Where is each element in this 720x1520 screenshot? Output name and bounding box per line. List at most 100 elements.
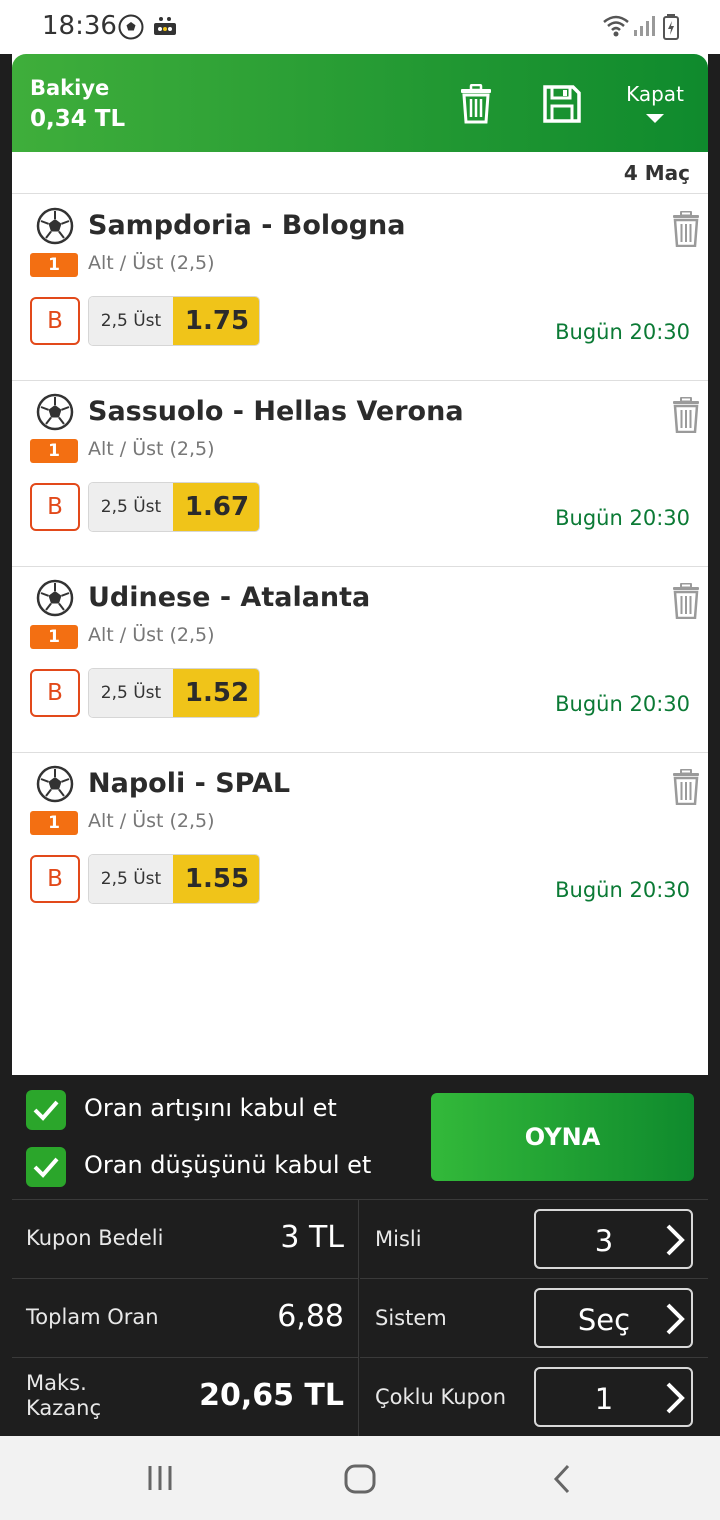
odds-value: 1.55	[173, 855, 259, 903]
multi-coupon-label: Çoklu Kupon	[375, 1385, 507, 1409]
multiple-label: Misli	[375, 1227, 422, 1251]
selection-chip[interactable]: 2,5 Üst 1.67	[88, 482, 260, 532]
match-time: Bugün 20:30	[555, 878, 690, 902]
selection-chip[interactable]: 2,5 Üst 1.55	[88, 854, 260, 904]
market-name: Alt / Üst (2,5)	[88, 624, 215, 646]
max-win-value: 20,65 TL	[199, 1378, 344, 1413]
app-logo-icon	[154, 17, 176, 35]
soccer-ball-icon	[36, 207, 74, 245]
system-value: Seç	[577, 1303, 631, 1337]
accept-increase-checkbox[interactable]: Oran artışını kabul et	[26, 1090, 426, 1130]
selection-chip[interactable]: 2,5 Üst 1.52	[88, 668, 260, 718]
remove-trash-icon[interactable]	[672, 583, 700, 619]
caret-down-icon	[646, 114, 664, 123]
recent-apps-icon[interactable]	[146, 1464, 174, 1492]
coupon-amount-value: 3 TL	[280, 1220, 344, 1255]
match-title: Napoli - SPAL	[88, 768, 291, 799]
clear-all-trash-icon[interactable]	[458, 84, 494, 124]
multi-coupon-cell: Çoklu Kupon 1	[360, 1358, 708, 1437]
market-name: Alt / Üst (2,5)	[88, 252, 215, 274]
multi-coupon-selector[interactable]: 1	[534, 1367, 693, 1427]
status-time: 18:36	[42, 11, 117, 41]
match-time: Bugün 20:30	[555, 506, 690, 530]
betslip-panel: Bakiye 0,34 TL Kapat 4 Maç Sampdoria - B…	[12, 54, 708, 1437]
total-odds-cell: Toplam Oran 6,88	[12, 1279, 359, 1358]
multi-coupon-value: 1	[594, 1382, 614, 1416]
signal-icon	[634, 16, 655, 36]
chevron-right-icon	[666, 1382, 685, 1414]
system-navigation-bar	[0, 1436, 720, 1520]
home-icon[interactable]	[344, 1464, 376, 1494]
event-number-badge: 1	[30, 625, 78, 649]
save-icon[interactable]	[542, 84, 582, 124]
total-odds-label: Toplam Oran	[26, 1305, 159, 1329]
selection-label: 2,5 Üst	[89, 297, 173, 345]
close-label: Kapat	[626, 82, 684, 106]
match-row: Sampdoria - Bologna 1 Alt / Üst (2,5) B …	[12, 195, 708, 381]
multiple-cell: Misli 3	[360, 1200, 708, 1279]
multiple-selector[interactable]: 3	[534, 1209, 693, 1269]
coupon-amount-label: Kupon Bedeli	[26, 1226, 164, 1250]
odds-value: 1.67	[173, 483, 259, 531]
max-win-label-line-1: Maks.	[26, 1371, 87, 1395]
match-title: Sassuolo - Hellas Verona	[88, 396, 464, 427]
checkbox-checked[interactable]	[26, 1147, 66, 1187]
odds-value: 1.52	[173, 669, 259, 717]
soccer-ball-icon	[36, 765, 74, 803]
total-odds-value: 6,88	[277, 1299, 344, 1334]
event-number-badge: 1	[30, 439, 78, 463]
chevron-right-icon	[666, 1303, 685, 1335]
banko-button[interactable]: B	[30, 855, 80, 903]
multiple-value: 3	[594, 1224, 614, 1258]
balance-value: 0,34 TL	[30, 106, 126, 132]
remove-trash-icon[interactable]	[672, 769, 700, 805]
match-time: Bugün 20:30	[555, 320, 690, 344]
odds-value: 1.75	[173, 297, 259, 345]
market-name: Alt / Üst (2,5)	[88, 810, 215, 832]
market-name: Alt / Üst (2,5)	[88, 438, 215, 460]
remove-trash-icon[interactable]	[672, 211, 700, 247]
balance-label: Bakiye	[30, 76, 110, 100]
wifi-icon	[603, 15, 629, 37]
match-row: Sassuolo - Hellas Verona 1 Alt / Üst (2,…	[12, 381, 708, 567]
summary-grid: Kupon Bedeli 3 TL Toplam Oran 6,88 Maks.…	[12, 1199, 708, 1437]
checkmark-icon	[33, 1157, 59, 1178]
match-row: Udinese - Atalanta 1 Alt / Üst (2,5) B 2…	[12, 567, 708, 753]
status-bar: 18:36	[0, 0, 720, 54]
checkbox-checked[interactable]	[26, 1090, 66, 1130]
banko-button[interactable]: B	[30, 297, 80, 345]
checkmark-icon	[33, 1100, 59, 1121]
system-cell: Sistem Seç	[360, 1279, 708, 1358]
match-count: 4 Maç	[623, 161, 690, 185]
close-button[interactable]: Kapat	[620, 82, 690, 123]
max-win-label-line-2: Kazanç	[26, 1396, 102, 1420]
selection-label: 2,5 Üst	[89, 855, 173, 903]
battery-icon	[663, 14, 679, 40]
chevron-right-icon	[666, 1224, 685, 1256]
match-row: Napoli - SPAL 1 Alt / Üst (2,5) B 2,5 Üs…	[12, 753, 708, 939]
accept-decrease-label: Oran düşüşünü kabul et	[84, 1151, 372, 1179]
match-title: Udinese - Atalanta	[88, 582, 371, 613]
selection-label: 2,5 Üst	[89, 483, 173, 531]
accept-increase-label: Oran artışını kabul et	[84, 1094, 337, 1122]
back-icon[interactable]	[552, 1464, 572, 1494]
banko-button[interactable]: B	[30, 669, 80, 717]
max-win-cell: Maks. Kazanç 20,65 TL	[12, 1358, 359, 1437]
event-number-badge: 1	[30, 811, 78, 835]
event-number-badge: 1	[30, 253, 78, 277]
soccer-ball-icon	[36, 393, 74, 431]
banko-button[interactable]: B	[30, 483, 80, 531]
betslip-header: Bakiye 0,34 TL Kapat	[12, 54, 708, 152]
coupon-amount-cell: Kupon Bedeli 3 TL	[12, 1200, 359, 1279]
selection-label: 2,5 Üst	[89, 669, 173, 717]
accept-decrease-checkbox[interactable]: Oran düşüşünü kabul et	[26, 1147, 426, 1187]
system-selector[interactable]: Seç	[534, 1288, 693, 1348]
match-title: Sampdoria - Bologna	[88, 210, 406, 241]
system-label: Sistem	[375, 1306, 447, 1330]
soccer-ball-icon	[118, 14, 144, 40]
selection-chip[interactable]: 2,5 Üst 1.75	[88, 296, 260, 346]
remove-trash-icon[interactable]	[672, 397, 700, 433]
play-button[interactable]: OYNA	[431, 1093, 694, 1181]
soccer-ball-icon	[36, 579, 74, 617]
max-win-label: Maks. Kazanç	[26, 1371, 101, 1421]
